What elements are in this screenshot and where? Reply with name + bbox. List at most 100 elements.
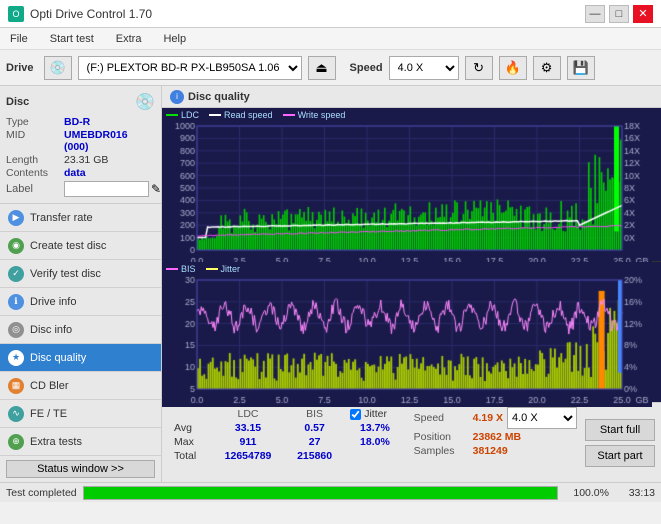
stats-total-row: Total 12654789 215860 <box>168 449 406 463</box>
minimize-button[interactable]: — <box>585 5 605 23</box>
nav-disc-quality[interactable]: ★ Disc quality <box>0 344 161 372</box>
menu-file[interactable]: File <box>4 31 34 47</box>
maximize-button[interactable]: □ <box>609 5 629 23</box>
legend-bis-label: BIS <box>181 264 196 274</box>
max-jitter: 18.0% <box>344 435 405 449</box>
menu-help[interactable]: Help <box>157 31 192 47</box>
transfer-rate-icon: ▶ <box>8 210 24 226</box>
mid-val: UMEBDR016 (000) <box>64 129 155 153</box>
disc-eject-icon[interactable]: 💿 <box>135 92 155 112</box>
chart-top: LDC Read speed Write speed <box>162 108 661 262</box>
read-speed-color <box>209 114 221 116</box>
legend-jitter-label: Jitter <box>221 264 241 274</box>
th-ldc: LDC <box>211 407 285 421</box>
speed-field-label: Speed <box>414 412 469 424</box>
main-area: Disc 💿 Type BD-R MID UMEBDR016 (000) Len… <box>0 86 661 482</box>
nav-items: ▶ Transfer rate ◉ Create test disc ✓ Ver… <box>0 204 161 456</box>
nav-fe-te[interactable]: ∿ FE / TE <box>0 400 161 428</box>
close-button[interactable]: ✕ <box>633 5 653 23</box>
label-edit-icon[interactable]: ✎ <box>151 182 161 196</box>
nav-verify-test-disc[interactable]: ✓ Verify test disc <box>0 260 161 288</box>
max-label: Max <box>168 435 211 449</box>
jitter-checkbox[interactable] <box>350 409 361 420</box>
save-button[interactable]: 💾 <box>567 56 595 80</box>
disc-info-icon: ◎ <box>8 322 24 338</box>
nav-extra-tests[interactable]: ⊕ Extra tests <box>0 428 161 456</box>
progress-bar-outer <box>83 486 558 500</box>
legend-write-speed-label: Write speed <box>298 110 346 120</box>
legend-ldc-label: LDC <box>181 110 199 120</box>
menu-extra[interactable]: Extra <box>110 31 148 47</box>
type-key: Type <box>6 116 64 128</box>
nav-transfer-rate[interactable]: ▶ Transfer rate <box>0 204 161 232</box>
th-jitter-check: Jitter <box>344 407 405 421</box>
status-window-button[interactable]: Status window >> <box>6 460 155 478</box>
nav-drive-info[interactable]: ℹ Drive info <box>0 288 161 316</box>
contents-val: data <box>64 167 86 179</box>
menubar: File Start test Extra Help <box>0 28 661 50</box>
nav-create-test-disc[interactable]: ◉ Create test disc <box>0 232 161 260</box>
speed-label: Speed <box>350 62 383 74</box>
progress-percent: 100.0% <box>564 487 609 499</box>
disc-panel: Disc 💿 Type BD-R MID UMEBDR016 (000) Len… <box>0 86 161 204</box>
length-val: 23.31 GB <box>64 154 108 166</box>
extra-tests-icon: ⊕ <box>8 434 24 450</box>
burn-button[interactable]: 🔥 <box>499 56 527 80</box>
avg-label: Avg <box>168 421 211 435</box>
jitter-color <box>206 268 218 270</box>
chart-bottom: BIS Jitter <box>162 262 661 402</box>
legend-write-speed: Write speed <box>283 110 346 120</box>
fe-te-icon: ∿ <box>8 406 24 422</box>
drive-select[interactable]: (F:) PLEXTOR BD-R PX-LB950SA 1.06 <box>78 56 302 80</box>
top-chart-canvas <box>162 108 652 268</box>
length-key: Length <box>6 154 64 166</box>
avg-ldc: 33.15 <box>211 421 285 435</box>
position-val: 23862 MB <box>473 431 521 443</box>
total-bis: 215860 <box>285 449 344 463</box>
sidebar: Disc 💿 Type BD-R MID UMEBDR016 (000) Len… <box>0 86 162 482</box>
speed-field-val: 4.19 X <box>473 412 503 424</box>
legend-top: LDC Read speed Write speed <box>166 110 345 120</box>
max-bis: 27 <box>285 435 344 449</box>
nav-extra-tests-label: Extra tests <box>30 436 82 448</box>
ldc-color <box>166 114 178 116</box>
titlebar: O Opti Drive Control 1.70 — □ ✕ <box>0 0 661 28</box>
bis-color <box>166 268 178 270</box>
charts-area: LDC Read speed Write speed <box>162 108 661 402</box>
toolbar: Drive 💿 (F:) PLEXTOR BD-R PX-LB950SA 1.0… <box>0 50 661 86</box>
nav-disc-info[interactable]: ◎ Disc info <box>0 316 161 344</box>
total-label: Total <box>168 449 211 463</box>
nav-drive-info-label: Drive info <box>30 296 76 308</box>
legend-bis: BIS <box>166 264 196 274</box>
max-ldc: 911 <box>211 435 285 449</box>
refresh-button[interactable]: ↻ <box>465 56 493 80</box>
nav-verify-label: Verify test disc <box>30 268 101 280</box>
nav-create-label: Create test disc <box>30 240 106 252</box>
options-button[interactable]: ⚙ <box>533 56 561 80</box>
stats-table: LDC BIS Jitter Avg <box>168 407 406 478</box>
bottom-chart-canvas <box>162 262 652 407</box>
nav-cd-bler[interactable]: ▦ CD Bler <box>0 372 161 400</box>
disc-quality-header: i Disc quality <box>162 86 661 108</box>
start-full-button[interactable]: Start full <box>585 419 655 441</box>
legend-bottom: BIS Jitter <box>166 264 240 274</box>
dq-icon: i <box>170 90 184 104</box>
label-key: Label <box>6 183 64 195</box>
drive-icon-btn[interactable]: 💿 <box>44 56 72 80</box>
menu-starttest[interactable]: Start test <box>44 31 100 47</box>
stats-max-row: Max 911 27 18.0% <box>168 435 406 449</box>
samples-label: Samples <box>414 445 469 457</box>
label-input[interactable] <box>64 181 149 197</box>
eject-button[interactable]: ⏏ <box>308 56 336 80</box>
progress-time: 33:13 <box>615 487 655 499</box>
th-empty <box>168 407 211 421</box>
test-speed-select[interactable]: 4.0 X <box>507 407 577 429</box>
type-val: BD-R <box>64 116 90 128</box>
progress-bar-area: Test completed 100.0% 33:13 <box>0 482 661 502</box>
legend-read-speed: Read speed <box>209 110 273 120</box>
speed-info: Speed 4.19 X 4.0 X Position 23862 MB Sam… <box>414 407 577 478</box>
start-part-button[interactable]: Start part <box>585 445 655 467</box>
drive-label: Drive <box>6 62 34 74</box>
speed-select[interactable]: 4.0 X <box>389 56 459 80</box>
create-test-disc-icon: ◉ <box>8 238 24 254</box>
